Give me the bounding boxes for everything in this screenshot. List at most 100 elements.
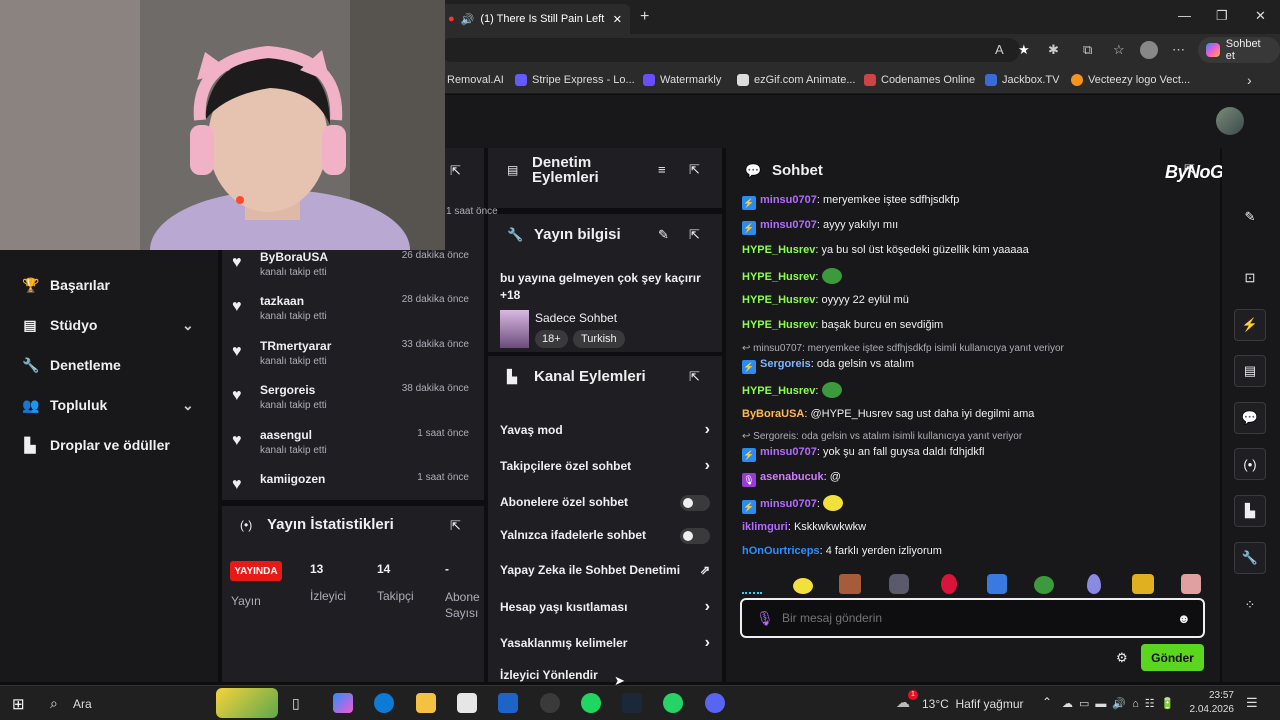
emote-icon[interactable]: [823, 495, 843, 511]
bookmark-item[interactable]: Removal.AI: [447, 71, 504, 89]
outlook-icon[interactable]: [498, 693, 518, 713]
search-icon[interactable]: ⌕: [50, 695, 58, 712]
taskbar-search[interactable]: Ara: [73, 697, 92, 711]
follower-name[interactable]: ByBoraUSA: [260, 250, 328, 264]
chat-username[interactable]: minsu0707: [760, 219, 817, 231]
list-item[interactable]: ♥ TRmertyarar kanalı takip etti 33 dakika ö…: [232, 339, 477, 379]
chat-username[interactable]: minsu0707: [760, 194, 817, 206]
send-button[interactable]: Gönder: [1141, 644, 1204, 671]
emoji-icon[interactable]: ☻: [1177, 611, 1191, 626]
emote-icon[interactable]: [1034, 576, 1054, 594]
follower-name[interactable]: aasengul: [260, 428, 312, 442]
nav-item-drops[interactable]: ▙ Droplar ve ödüller: [22, 434, 170, 456]
speaker-icon[interactable]: 🔊: [461, 13, 475, 26]
raid-item[interactable]: İzleyici Yönlendir: [500, 665, 710, 685]
chat-username[interactable]: HYPE_Husrev: [742, 319, 815, 331]
follower-name[interactable]: tazkaan: [260, 294, 304, 308]
emote-icon[interactable]: [889, 574, 909, 594]
close-icon[interactable]: ✕: [613, 13, 622, 26]
clock-time[interactable]: 23:57: [1194, 690, 1234, 701]
chat-input[interactable]: [782, 606, 1162, 630]
address-bar[interactable]: [440, 38, 1020, 62]
bookmark-item[interactable]: Codenames Online: [864, 71, 975, 89]
slow-mode-item[interactable]: Yavaş mod ›: [500, 420, 710, 440]
weather-text[interactable]: 13°C Hafif yağmur: [922, 697, 1024, 711]
bookmark-item[interactable]: Stripe Express - Lo...: [515, 71, 635, 89]
chat-username[interactable]: HYPE_Husrev: [742, 385, 815, 397]
chat-username[interactable]: asenabucuk: [760, 471, 824, 483]
clock-date[interactable]: 2.04.2026: [1182, 704, 1235, 715]
popout-icon[interactable]: ⇱: [689, 162, 700, 178]
bookmark-item[interactable]: ezGif.com Animate...: [737, 71, 855, 89]
settings-icon[interactable]: ⚙: [1116, 650, 1128, 666]
banned-words-item[interactable]: Yasaklanmış kelimeler ›: [500, 633, 710, 653]
list-item[interactable]: ♥ Sergoreis kanalı takip etti 38 dakika önc…: [232, 383, 477, 423]
broadcast-icon[interactable]: (•): [1234, 448, 1266, 480]
emote-icon[interactable]: [742, 576, 762, 594]
tag-chip[interactable]: Turkish: [573, 330, 625, 348]
chat-username[interactable]: HYPE_Husrev: [742, 271, 815, 283]
account-age-item[interactable]: Hesap yaşı kısıtlaması ›: [500, 597, 710, 617]
copilot-button[interactable]: Sohbet et: [1198, 37, 1280, 63]
emote-icon[interactable]: [1132, 574, 1154, 594]
extensions-icon[interactable]: ⁘: [1234, 589, 1266, 621]
split-screen-icon[interactable]: ⧉: [1083, 42, 1092, 58]
popout-icon[interactable]: ⇱: [689, 227, 700, 243]
nav-item-moderation[interactable]: 🔧 Denetleme: [22, 354, 121, 376]
subscribers-only-toggle[interactable]: [680, 495, 710, 511]
notifications-icon[interactable]: ☰: [1246, 695, 1258, 711]
widgets-image[interactable]: [216, 688, 278, 718]
document-icon[interactable]: ▤: [1234, 355, 1266, 387]
edit-icon[interactable]: ✎: [658, 227, 669, 243]
chat-username[interactable]: ByBoraUSA: [742, 408, 804, 420]
task-view-icon[interactable]: ▯: [292, 695, 300, 712]
bookmarks-more-icon[interactable]: ›: [1247, 71, 1252, 89]
discord-icon[interactable]: [705, 693, 725, 713]
chat-username[interactable]: HYPE_Husrev: [742, 294, 815, 306]
nav-item-achievements[interactable]: 🏆 Başarılar: [22, 274, 110, 296]
steam-icon[interactable]: [622, 693, 642, 713]
popout-icon[interactable]: ⇱: [1184, 162, 1195, 178]
favorite-star-icon[interactable]: ★: [1018, 42, 1030, 58]
tag-chip[interactable]: 18+: [535, 330, 568, 348]
channel-icon[interactable]: ▙: [1234, 495, 1266, 527]
wrench-icon[interactable]: 🔧: [1234, 542, 1266, 574]
list-item[interactable]: ♥ aasengul kanalı takip etti 1 saat önce: [232, 428, 477, 468]
chat-username[interactable]: iklimguri: [742, 521, 788, 533]
emote-only-toggle[interactable]: [680, 528, 710, 544]
filter-icon[interactable]: ≡: [658, 162, 666, 177]
profile-icon[interactable]: [1140, 41, 1158, 59]
chevron-up-icon[interactable]: ⌃: [1042, 695, 1052, 709]
chat-username[interactable]: minsu0707: [760, 498, 817, 510]
followers-only-item[interactable]: Takipçilere özel sohbet ›: [500, 456, 710, 476]
chat-username[interactable]: minsu0707: [760, 446, 817, 458]
obs-icon[interactable]: [540, 693, 560, 713]
edge-icon[interactable]: [374, 693, 394, 713]
edit-icon[interactable]: ✎: [1234, 201, 1266, 233]
popout-icon[interactable]: ⇱: [450, 163, 461, 179]
spotify-icon[interactable]: [581, 693, 601, 713]
chat-username[interactable]: Sergoreis: [760, 358, 811, 370]
emote-icon[interactable]: [839, 574, 861, 594]
more-icon[interactable]: ⋯: [1172, 42, 1185, 58]
emote-icon[interactable]: [1087, 574, 1101, 594]
bookmark-item[interactable]: Watermarkly: [643, 71, 721, 89]
nav-item-community[interactable]: 👥 Topluluk ⌄: [22, 394, 202, 416]
ai-moderation-item[interactable]: Yapay Zeka ile Sohbet Denetimi ⇗: [500, 560, 710, 580]
copilot-icon[interactable]: [333, 693, 353, 713]
favorites-icon[interactable]: ☆: [1113, 42, 1125, 58]
browser-tab[interactable]: ● 🔊 (1) There Is Still Pain Left (Laoi ✕: [440, 4, 630, 34]
follower-name[interactable]: TRmertyarar: [260, 339, 331, 353]
nav-item-studio[interactable]: ▤ Stüdyo ⌄: [22, 314, 202, 336]
emote-icon[interactable]: [987, 574, 1007, 594]
chat-bubble-icon[interactable]: 💬: [1234, 402, 1266, 434]
avatar[interactable]: [1216, 107, 1244, 135]
category-thumbnail[interactable]: [500, 310, 529, 348]
minimize-button[interactable]: —: [1178, 8, 1191, 23]
list-item[interactable]: ♥ tazkaan kanalı takip etti 28 dakika önce: [232, 294, 477, 334]
emote-icon[interactable]: [941, 574, 957, 594]
file-explorer-icon[interactable]: [416, 693, 436, 713]
mic-icon[interactable]: 🎙: [756, 610, 774, 627]
extensions-icon[interactable]: ✱: [1048, 42, 1059, 58]
list-item[interactable]: ♥ kamiigozen 1 saat önce: [232, 472, 477, 496]
